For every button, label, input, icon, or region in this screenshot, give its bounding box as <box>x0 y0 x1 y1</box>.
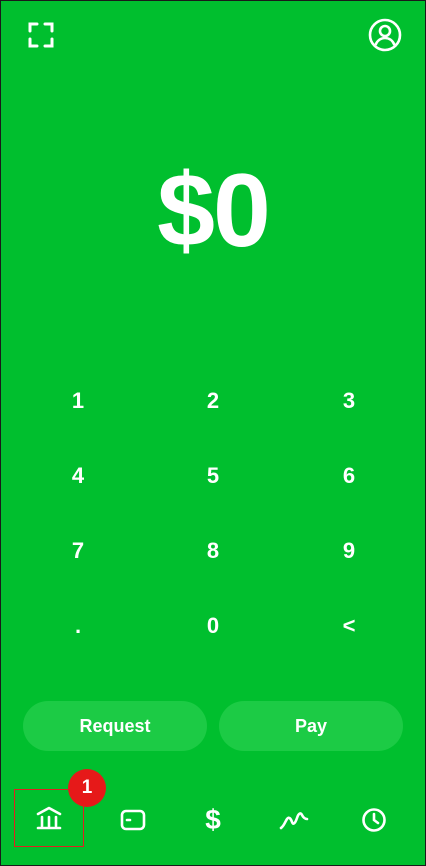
tab-investing[interactable] <box>259 789 329 851</box>
tab-activity[interactable] <box>339 789 409 851</box>
key-3[interactable]: 3 <box>299 366 399 436</box>
clock-icon <box>362 808 386 832</box>
key-4[interactable]: 4 <box>28 441 128 511</box>
action-buttons: Request Pay <box>23 701 403 751</box>
key-decimal[interactable]: . <box>28 591 128 661</box>
request-button[interactable]: Request <box>23 701 207 751</box>
card-icon <box>120 809 146 831</box>
key-1[interactable]: 1 <box>28 366 128 436</box>
amount-display: $0 <box>157 153 271 269</box>
bottom-tab-bar: $ <box>1 789 425 851</box>
key-5[interactable]: 5 <box>163 441 263 511</box>
key-6[interactable]: 6 <box>299 441 399 511</box>
key-0[interactable]: 0 <box>163 591 263 661</box>
scan-button[interactable] <box>23 17 59 53</box>
tab-card[interactable] <box>98 789 168 851</box>
key-8[interactable]: 8 <box>163 516 263 586</box>
key-backspace[interactable]: < <box>299 591 399 661</box>
bank-icon <box>36 806 62 830</box>
profile-icon <box>368 18 402 52</box>
cash-app-screen: $0 1 2 3 4 5 6 7 8 9 . 0 < Request Pay $… <box>0 0 426 866</box>
scan-icon <box>28 22 54 48</box>
pay-button[interactable]: Pay <box>219 701 403 751</box>
key-2[interactable]: 2 <box>163 366 263 436</box>
activity-icon <box>279 812 309 830</box>
profile-button[interactable] <box>367 17 403 53</box>
key-9[interactable]: 9 <box>299 516 399 586</box>
key-7[interactable]: 7 <box>28 516 128 586</box>
tab-pay[interactable]: $ <box>178 789 248 851</box>
step-badge: 1 <box>68 769 106 807</box>
dollar-icon: $ <box>205 804 221 835</box>
